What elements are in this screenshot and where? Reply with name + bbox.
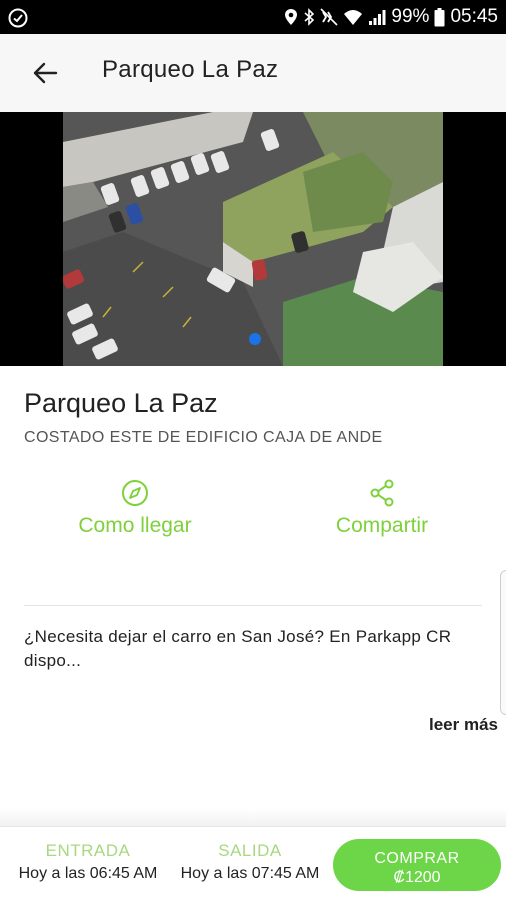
- bottom-bar-shadow: [0, 808, 506, 828]
- buy-label: COMPRAR: [374, 850, 460, 867]
- compass-icon: [122, 480, 148, 506]
- photo-gallery[interactable]: [0, 112, 506, 366]
- exit-time-selector[interactable]: SALIDA Hoy a las 07:45 AM: [174, 841, 326, 883]
- signal-icon: [369, 10, 386, 25]
- share-button[interactable]: Compartir: [292, 478, 472, 538]
- buy-price: ₡1200: [393, 869, 441, 886]
- battery-percent: 99%: [391, 6, 430, 27]
- booking-bar: ENTRADA Hoy a las 06:45 AM SALIDA Hoy a …: [0, 826, 506, 900]
- app-bar: Parqueo La Paz: [0, 34, 506, 112]
- bluetooth-icon: [304, 8, 315, 26]
- gallery-page-indicator: [249, 333, 261, 345]
- share-label: Compartir: [335, 514, 429, 537]
- directions-label: Como llegar: [78, 514, 192, 537]
- place-address: COSTADO ESTE DE EDIFICIO CAJA DE ANDE: [24, 429, 383, 446]
- location-icon: [285, 9, 298, 25]
- edge-panel-handle[interactable]: [500, 570, 506, 715]
- place-name: Parqueo La Paz: [24, 388, 218, 418]
- description-text: ¿Necesita dejar el carro en San José? En…: [24, 625, 506, 673]
- read-more-link[interactable]: leer más: [429, 715, 498, 735]
- battery-icon: [434, 7, 445, 26]
- arrow-back-icon[interactable]: [32, 60, 58, 86]
- share-icon: [370, 479, 394, 507]
- entry-time-selector[interactable]: ENTRADA Hoy a las 06:45 AM: [12, 841, 164, 883]
- page-title: Parqueo La Paz: [102, 56, 279, 83]
- divider: [24, 605, 482, 606]
- description-line: ¿Necesita dejar el carro en San José? En…: [24, 627, 452, 646]
- clock: 05:45: [450, 6, 498, 27]
- exit-caption: SALIDA: [218, 841, 282, 860]
- wifi-icon: [344, 10, 363, 25]
- entry-value: Hoy a las 06:45 AM: [18, 865, 158, 882]
- aerial-parking-photo: [63, 112, 443, 366]
- check-circle-icon: [8, 8, 28, 28]
- description-line: dispo...: [24, 651, 82, 670]
- buy-button[interactable]: COMPRAR ₡1200: [333, 839, 501, 891]
- entry-caption: ENTRADA: [45, 841, 131, 860]
- status-bar: 99% 05:45: [0, 0, 506, 34]
- exit-value: Hoy a las 07:45 AM: [180, 865, 320, 882]
- mute-icon: [320, 8, 338, 26]
- directions-button[interactable]: Como llegar: [45, 478, 225, 538]
